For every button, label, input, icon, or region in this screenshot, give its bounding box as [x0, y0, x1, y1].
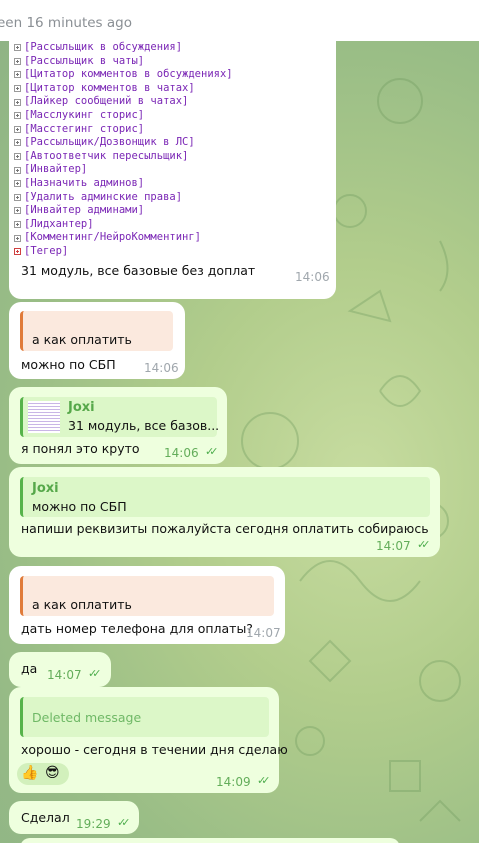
code-block: [Рассыльщик в обсуждения] [Рассыльщик в ч…: [9, 41, 336, 261]
double-check-icon: ✓✓: [417, 538, 431, 551]
reply-quote[interactable]: Deleted message: [20, 697, 269, 737]
tree-plus-icon: [14, 234, 21, 242]
message-partial[interactable]: [20, 838, 400, 843]
tree-plus-icon: [14, 57, 21, 65]
code-line-text: [Рассыльщик/Дозвонщик в ЛС]: [24, 136, 195, 149]
code-line-text: [Масслукинг сторис]: [24, 108, 145, 121]
code-line-text: [Удалить админские права]: [24, 190, 183, 203]
code-line: [Масслукинг сторис]: [9, 109, 336, 123]
reactions-bar[interactable]: 👍 😎: [17, 763, 69, 785]
code-line: [Инвайтер админами]: [9, 204, 336, 218]
tree-plus-icon: [14, 98, 21, 106]
reply-author: Joxi: [68, 400, 95, 415]
reply-quote[interactable]: Joxi 31 модуль, все базов...: [20, 397, 220, 437]
chat-area[interactable]: [Рассыльщик в обсуждения] [Рассыльщик в ч…: [0, 41, 479, 843]
message-modules-list[interactable]: [Рассыльщик в обсуждения] [Рассыльщик в ч…: [9, 41, 336, 299]
code-line-text: [Рассыльщик в чаты]: [24, 54, 145, 67]
last-seen-status: een 16 minutes ago: [0, 15, 132, 31]
message-sbp[interactable]: а как оплатить можно по СБП 14:06: [9, 302, 185, 379]
code-line: [Лидхантер]: [9, 218, 336, 232]
thumbs-up-icon[interactable]: 👍: [21, 765, 38, 781]
tree-plus-icon: [14, 44, 21, 52]
tree-plus-icon: [14, 125, 21, 133]
code-line-text: [Инвайтер админами]: [24, 204, 145, 217]
tree-plus-icon: [14, 153, 21, 161]
message-understood[interactable]: Joxi 31 модуль, все базов... я понял это…: [9, 387, 227, 464]
tree-plus-icon: [14, 139, 21, 147]
code-line: [Цитатор комментов в чатах]: [9, 82, 336, 96]
message-will-do[interactable]: Deleted message хорошо - сегодня в течен…: [9, 687, 288, 793]
reply-text: а как оплатить: [32, 597, 132, 612]
message-phone[interactable]: а как оплатить дать номер телефона для о…: [9, 566, 285, 644]
message-text: дать номер телефона для оплаты?: [21, 621, 253, 636]
sunglasses-avatar-icon: 😎: [45, 765, 60, 781]
tree-plus-icon: [14, 85, 21, 93]
message-yes[interactable]: да 14:07 ✓✓: [9, 652, 111, 687]
message-time: 14:09: [216, 775, 251, 789]
code-line-text: [Лайкер сообщений в чатах]: [24, 95, 189, 108]
code-line-text: [Автоответчик пересыльщик]: [24, 149, 189, 162]
code-line-text: [Лидхантер]: [24, 217, 94, 230]
message-text: напиши реквизиты пожалуйста сегодня опла…: [21, 521, 429, 536]
tree-plus-icon: [14, 207, 21, 215]
code-line: [Автоответчик пересыльщик]: [9, 150, 336, 164]
code-line: [Рассыльщик в обсуждения]: [9, 41, 336, 55]
message-text: Сделал: [21, 810, 70, 825]
code-line: [Тегер]: [9, 245, 336, 259]
message-time: 14:06: [295, 270, 330, 284]
code-line: [Цитатор комментов в обсуждениях]: [9, 68, 336, 82]
chat-header: een 16 minutes ago: [0, 0, 479, 42]
code-line: [Назначить админов]: [9, 177, 336, 191]
message-text: 31 модуль, все базовые без доплат: [21, 263, 256, 278]
code-line: [Масстегинг сторис]: [9, 123, 336, 137]
double-check-icon: ✓✓: [88, 667, 102, 680]
code-line: [Удалить админские права]: [9, 191, 336, 205]
code-line-text: [Комментинг/НейроКомментинг]: [24, 231, 202, 244]
code-line: [Инвайтер]: [9, 163, 336, 177]
code-line-text: [Инвайтер]: [24, 163, 88, 176]
message-time: 14:07: [376, 539, 411, 553]
reply-quote[interactable]: а как оплатить: [20, 311, 173, 351]
reply-text: Deleted message: [32, 710, 142, 725]
message-time: 14:06: [144, 361, 179, 375]
message-text: хорошо - сегодня в течении дня сделаю: [21, 742, 288, 757]
message-text: я понял это круто: [21, 441, 140, 456]
message-requisites[interactable]: Joxi можно по СБП напиши реквизиты пожал…: [9, 467, 440, 557]
message-text: можно по СБП: [21, 357, 116, 372]
tree-plus-icon: [14, 166, 21, 174]
double-check-icon: ✓✓: [205, 445, 219, 458]
tree-plus-icon: [14, 112, 21, 120]
code-line-text: [Назначить админов]: [24, 176, 145, 189]
message-time: 14:07: [47, 668, 82, 682]
code-line: [Рассыльщик в чаты]: [9, 55, 336, 69]
code-line: [Лайкер сообщений в чатах]: [9, 95, 336, 109]
reply-text: 31 модуль, все базов...: [68, 418, 220, 433]
reply-quote[interactable]: а как оплатить: [20, 576, 274, 616]
tree-plus-icon: [14, 180, 21, 188]
reply-quote[interactable]: Joxi можно по СБП: [20, 477, 430, 517]
reply-author: Joxi: [32, 481, 59, 496]
tree-plus-icon: [14, 248, 21, 256]
reply-text: можно по СБП: [32, 499, 127, 514]
message-time: 19:29: [76, 817, 111, 831]
double-check-icon: ✓✓: [117, 816, 131, 829]
code-line-text: [Рассыльщик в обсуждения]: [24, 41, 183, 53]
message-text: да: [21, 661, 38, 676]
code-line-text: [Цитатор комментов в обсуждениях]: [24, 68, 233, 81]
double-check-icon: ✓✓: [257, 774, 271, 787]
code-line-text: [Масстегинг сторис]: [24, 122, 145, 135]
message-time: 14:07: [246, 626, 281, 640]
tree-plus-icon: [14, 71, 21, 79]
code-line-text: [Тегер]: [24, 244, 69, 257]
code-line-text: [Цитатор комментов в чатах]: [24, 81, 195, 94]
reply-thumbnail: [28, 401, 60, 433]
message-done[interactable]: Сделал 19:29 ✓✓: [9, 801, 139, 834]
message-time: 14:06: [164, 446, 199, 460]
tree-plus-icon: [14, 193, 21, 201]
code-line: [Рассыльщик/Дозвонщик в ЛС]: [9, 136, 336, 150]
reply-text: а как оплатить: [32, 332, 132, 347]
code-line: [Комментинг/НейроКомментинг]: [9, 231, 336, 245]
tree-plus-icon: [14, 221, 21, 229]
